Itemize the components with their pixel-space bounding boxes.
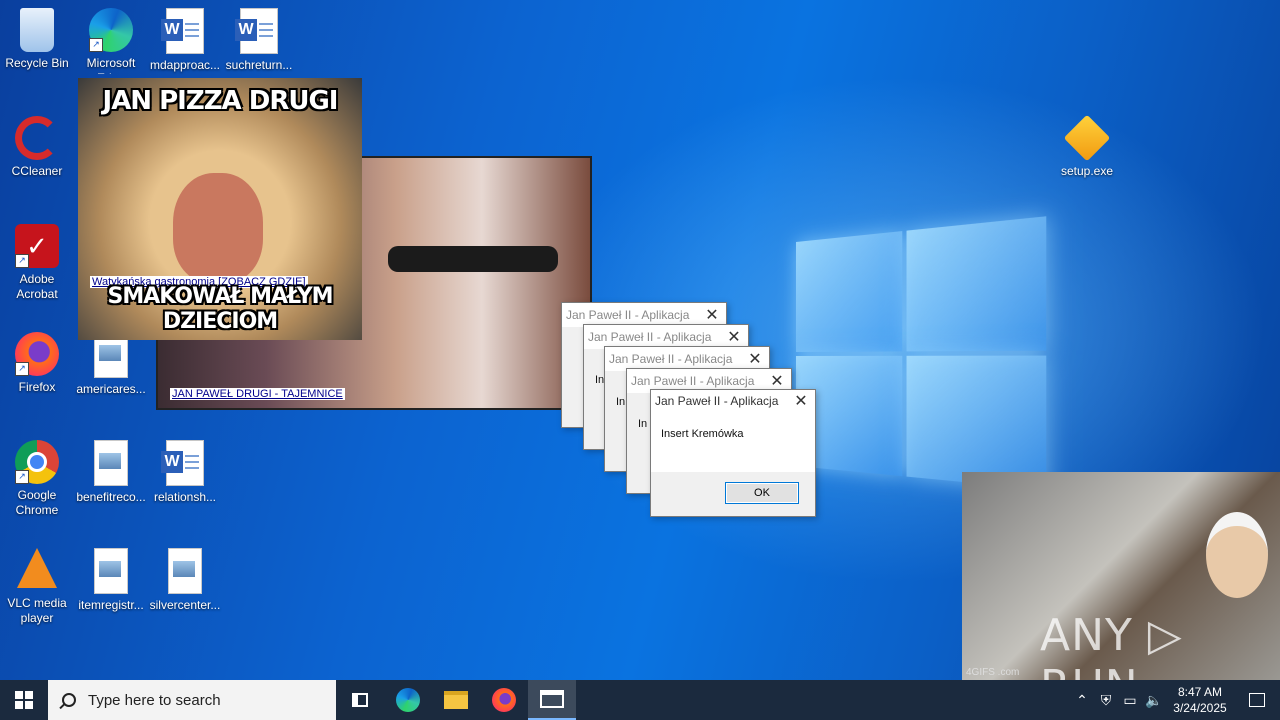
dialog-stub-text: In — [595, 374, 605, 386]
taskbar: Type here to search ⌃ ⛨ ▭ 🔈 8:47 AM 3/24… — [0, 680, 1280, 720]
meme-bottom-text: SMAKOWAŁ MAŁYM DZIECIOM — [107, 284, 333, 334]
desktop-icon-relationsh[interactable]: W relationsh... — [148, 434, 222, 505]
notification-center-button[interactable] — [1234, 693, 1280, 707]
chrome-icon: ↗ — [15, 440, 59, 484]
desktop-icon-google-chrome[interactable]: ↗ Google Chrome — [0, 434, 74, 518]
word-document-icon: W — [161, 440, 204, 486]
chevron-up-icon[interactable]: ⌃ — [1070, 692, 1094, 709]
dialog-title: Jan Paweł II - Aplikacja — [609, 352, 733, 366]
desktop-icon-recycle-bin[interactable]: Recycle Bin — [0, 2, 74, 71]
dialog-title: Jan Paweł II - Aplikacja — [566, 308, 690, 322]
recycle-bin-icon — [20, 8, 54, 52]
firefox-icon — [492, 688, 516, 712]
adobe-acrobat-icon: ✓ ↗ — [15, 224, 59, 268]
close-icon[interactable]: ✕ — [793, 391, 809, 411]
desktop-icon-vlc[interactable]: VLC media player — [0, 542, 74, 626]
desktop-icon-edge[interactable]: ↗ Microsoft Edge — [74, 2, 148, 74]
windows-logo-wallpaper — [796, 216, 1047, 499]
edge-icon: ↗ — [89, 8, 133, 52]
dialog-active[interactable]: Jan Paweł II - Aplikacja ✕ Insert Kremówk… — [650, 389, 816, 517]
desktop-icon-setup-exe[interactable]: setup.exe — [1050, 110, 1124, 179]
desktop-icon-silvercenter[interactable]: silvercenter... — [148, 542, 222, 613]
desktop-icon-benefitreco[interactable]: benefitreco... — [74, 434, 148, 505]
taskbar-file-explorer[interactable] — [432, 680, 480, 720]
image-file-icon — [94, 440, 128, 486]
popup-link-2[interactable]: JAN PAWEŁ DRUGI - TAJEMNICE — [170, 388, 345, 400]
image-file-icon — [94, 548, 128, 594]
desktop-icon-itemregistr[interactable]: itemregistr... — [74, 542, 148, 613]
ok-button[interactable]: OK — [725, 482, 799, 504]
taskbar-active-app[interactable] — [528, 680, 576, 720]
system-tray: ⌃ ⛨ ▭ 🔈 8:47 AM 3/24/2025 — [1070, 680, 1280, 720]
firefox-icon: ↗ — [15, 332, 59, 376]
dialog-title: Jan Paweł II - Aplikacja — [655, 394, 779, 408]
close-icon[interactable]: ✕ — [769, 371, 785, 391]
taskbar-search-box[interactable]: Type here to search — [48, 680, 336, 720]
vlc-cone-icon — [17, 548, 57, 588]
clock-date: 3/24/2025 — [1173, 701, 1227, 715]
taskbar-firefox[interactable] — [480, 680, 528, 720]
installer-box-icon — [1063, 114, 1111, 162]
desktop-icon-ccleaner[interactable]: CCleaner — [0, 110, 74, 179]
folder-icon — [444, 691, 468, 709]
desktop-icon-firefox[interactable]: ↗ Firefox — [0, 326, 74, 395]
desktop-icon-mdapproac[interactable]: W mdapproac... — [148, 2, 222, 73]
notification-icon — [1249, 693, 1265, 707]
clock-time: 8:47 AM — [1177, 685, 1223, 699]
windows-icon — [15, 691, 33, 709]
image-file-icon — [168, 548, 202, 594]
dialog-message: Insert Kremówka — [651, 412, 815, 472]
taskbar-edge[interactable] — [384, 680, 432, 720]
task-view-icon — [352, 693, 368, 707]
search-placeholder: Type here to search — [88, 691, 221, 709]
close-icon[interactable]: ✕ — [704, 305, 720, 325]
dialog-stub-text: In — [616, 396, 626, 408]
desktop-icon-suchreturn[interactable]: W suchreturn... — [222, 2, 296, 73]
edge-icon — [396, 688, 420, 712]
meme-top-text: JAN PIZZA DRUGI — [102, 86, 339, 116]
volume-icon[interactable]: 🔈 — [1142, 692, 1166, 709]
dialog-title: Jan Paweł II - Aplikacja — [588, 330, 712, 344]
application-window-icon — [540, 690, 564, 708]
ccleaner-icon — [15, 116, 59, 160]
network-icon[interactable]: ▭ — [1118, 692, 1142, 709]
search-icon — [62, 693, 76, 707]
word-document-icon: W — [235, 8, 278, 54]
task-view-button[interactable] — [336, 680, 384, 720]
close-icon[interactable]: ✕ — [747, 349, 763, 369]
dialog-title: Jan Paweł II - Aplikacja — [631, 374, 755, 388]
gif-source-label: 4GIFS .com — [966, 667, 1020, 678]
start-button[interactable] — [0, 680, 48, 720]
clock[interactable]: 8:47 AM 3/24/2025 — [1166, 684, 1234, 716]
popup-image-1[interactable]: JAN PIZZA DRUGI Watykańska gastronomia [… — [78, 78, 362, 340]
dialog-stub-text: In — [638, 418, 648, 430]
security-icon[interactable]: ⛨ — [1094, 692, 1118, 709]
close-icon[interactable]: ✕ — [726, 327, 742, 347]
word-document-icon: W — [161, 8, 204, 54]
desktop-icon-adobe-acrobat[interactable]: ✓ ↗ Adobe Acrobat — [0, 218, 74, 302]
